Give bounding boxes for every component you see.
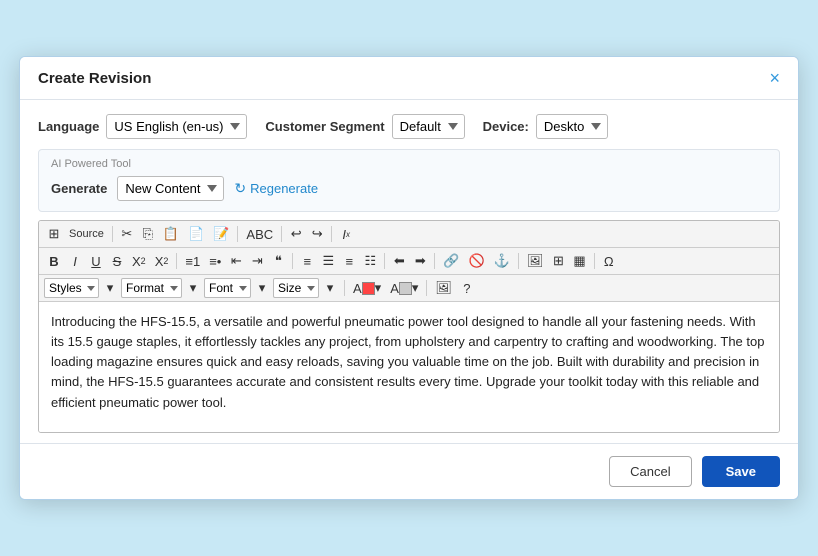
language-label: Language <box>38 119 99 134</box>
undo-button[interactable]: ↩ <box>286 224 306 244</box>
toolbar-sep-6 <box>292 253 293 269</box>
styles-select[interactable]: Styles <box>44 278 99 298</box>
subscript-button[interactable]: X2 <box>128 252 150 271</box>
source-label: Source <box>69 228 104 240</box>
device-select[interactable]: Deskto <box>536 114 608 139</box>
paste-button[interactable]: 📋 <box>159 224 183 244</box>
font-select[interactable]: Font <box>204 278 251 298</box>
toolbar-sep-8 <box>434 253 435 269</box>
language-field: Language US English (en-us) <box>38 114 247 139</box>
bg-color-swatch <box>399 282 412 295</box>
toolbar-sep-2 <box>237 226 238 242</box>
toolbar-sep-1 <box>112 226 113 242</box>
italic-button[interactable]: I <box>65 252 85 271</box>
toolbar-sep-11 <box>344 280 345 296</box>
paste-word-button[interactable]: 📝 <box>209 224 233 244</box>
size-select[interactable]: Size <box>273 278 319 298</box>
special-chars-button[interactable]: Ω <box>599 252 619 271</box>
toolbar-row-1: ⊞ Source ✂ ⎘ 📋 📄 📝 ABC ↩ ↪ Ix <box>39 221 779 248</box>
align-center-button[interactable]: ☰ <box>318 251 338 271</box>
toolbar-sep-12 <box>426 280 427 296</box>
toolbar-sep-4 <box>331 226 332 242</box>
insert-image2-button[interactable]: 🖼 <box>431 278 456 298</box>
toolbar-sep-9 <box>518 253 519 269</box>
add-button[interactable]: ⊞ <box>44 224 64 244</box>
outdent-button[interactable]: ⇤ <box>226 251 246 271</box>
ul-button[interactable]: ≡• <box>205 252 225 271</box>
align-justify-button[interactable]: ☷ <box>360 251 380 271</box>
help-button[interactable]: ? <box>457 279 477 298</box>
cut-button[interactable]: ✂ <box>117 224 137 244</box>
cancel-button[interactable]: Cancel <box>609 456 691 487</box>
ol-button[interactable]: ≡1 <box>181 252 204 271</box>
bold-button[interactable]: B <box>44 252 64 271</box>
bg-color-button[interactable]: A▾ <box>386 278 422 298</box>
format-arrow[interactable]: ▾ <box>183 278 203 298</box>
device-field: Device: Deskto <box>483 114 608 139</box>
anchor-button[interactable]: ⚓ <box>490 251 514 271</box>
font-color-button[interactable]: A▾ <box>349 278 385 298</box>
customer-segment-label: Customer Segment <box>265 119 384 134</box>
size-arrow[interactable]: ▾ <box>320 278 340 298</box>
paste-text-button[interactable]: 📄 <box>184 224 208 244</box>
generate-select[interactable]: New Content <box>117 176 224 201</box>
link-button[interactable]: 🔗 <box>439 251 463 271</box>
superscript-button[interactable]: X2 <box>151 252 173 271</box>
remove-format-button[interactable]: Ix <box>336 225 356 244</box>
redo-button[interactable]: ↪ <box>307 224 327 244</box>
styles-arrow[interactable]: ▾ <box>100 278 120 298</box>
generate-row: Generate New Content ↻ Regenerate <box>51 176 767 201</box>
dialog-title: Create Revision <box>38 70 151 87</box>
unlink-button[interactable]: 🚫 <box>465 251 489 271</box>
toolbar-row-2: B I U S X2 X2 ≡1 ≡• ⇤ ⇥ ❝ ≡ ☰ ≡ ☷ ⬅ ➡ <box>39 248 779 275</box>
copy-button[interactable]: ⎘ <box>138 224 158 244</box>
generate-label: Generate <box>51 181 107 196</box>
toolbar-sep-5 <box>176 253 177 269</box>
table-button[interactable]: ⊞ <box>548 251 568 271</box>
table2-button[interactable]: ▦ <box>569 251 589 271</box>
align-right-button[interactable]: ≡ <box>339 252 359 271</box>
customer-segment-select[interactable]: Default <box>392 114 465 139</box>
strikethrough-button[interactable]: S <box>107 252 127 271</box>
regenerate-label: Regenerate <box>250 181 318 196</box>
font-color-swatch <box>362 282 375 295</box>
blockquote-button[interactable]: ❝ <box>268 251 288 271</box>
font-arrow[interactable]: ▾ <box>252 278 272 298</box>
device-label: Device: <box>483 119 529 134</box>
close-button[interactable]: × <box>769 69 780 87</box>
toolbar-row-3: Styles ▾ Format ▾ Font ▾ Size ▾ A▾ <box>39 275 779 302</box>
toolbar-sep-7 <box>384 253 385 269</box>
regenerate-button[interactable]: ↻ Regenerate <box>234 180 318 197</box>
language-select[interactable]: US English (en-us) <box>106 114 247 139</box>
ai-tool-section: AI Powered Tool Generate New Content ↻ R… <box>38 149 780 212</box>
indent-right-button[interactable]: ➡ <box>410 251 430 271</box>
ai-tool-label: AI Powered Tool <box>51 158 767 170</box>
customer-segment-field: Customer Segment Default <box>265 114 464 139</box>
underline-button[interactable]: U <box>86 252 106 271</box>
indent-left-button[interactable]: ⬅ <box>389 251 409 271</box>
dialog-header: Create Revision × <box>20 57 798 100</box>
toolbar-sep-10 <box>594 253 595 269</box>
editor-section: ⊞ Source ✂ ⎘ 📋 📄 📝 ABC ↩ ↪ Ix B I U <box>38 220 780 433</box>
create-revision-dialog: Create Revision × Language US English (e… <box>19 56 799 500</box>
regenerate-icon: ↻ <box>234 180 246 197</box>
spellcheck-button[interactable]: ABC <box>242 225 277 244</box>
save-button[interactable]: Save <box>702 456 780 487</box>
align-left-button[interactable]: ≡ <box>297 252 317 271</box>
indent-button[interactable]: ⇥ <box>247 251 267 271</box>
format-select[interactable]: Format <box>121 278 182 298</box>
dialog-footer: Cancel Save <box>20 443 798 499</box>
settings-row: Language US English (en-us) Customer Seg… <box>38 114 780 139</box>
image-button[interactable]: 🖼 <box>523 251 548 271</box>
dialog-body: Language US English (en-us) Customer Seg… <box>20 100 798 443</box>
source-button[interactable]: Source <box>65 226 108 242</box>
editor-content[interactable]: Introducing the HFS-15.5, a versatile an… <box>39 302 779 432</box>
toolbar-sep-3 <box>281 226 282 242</box>
